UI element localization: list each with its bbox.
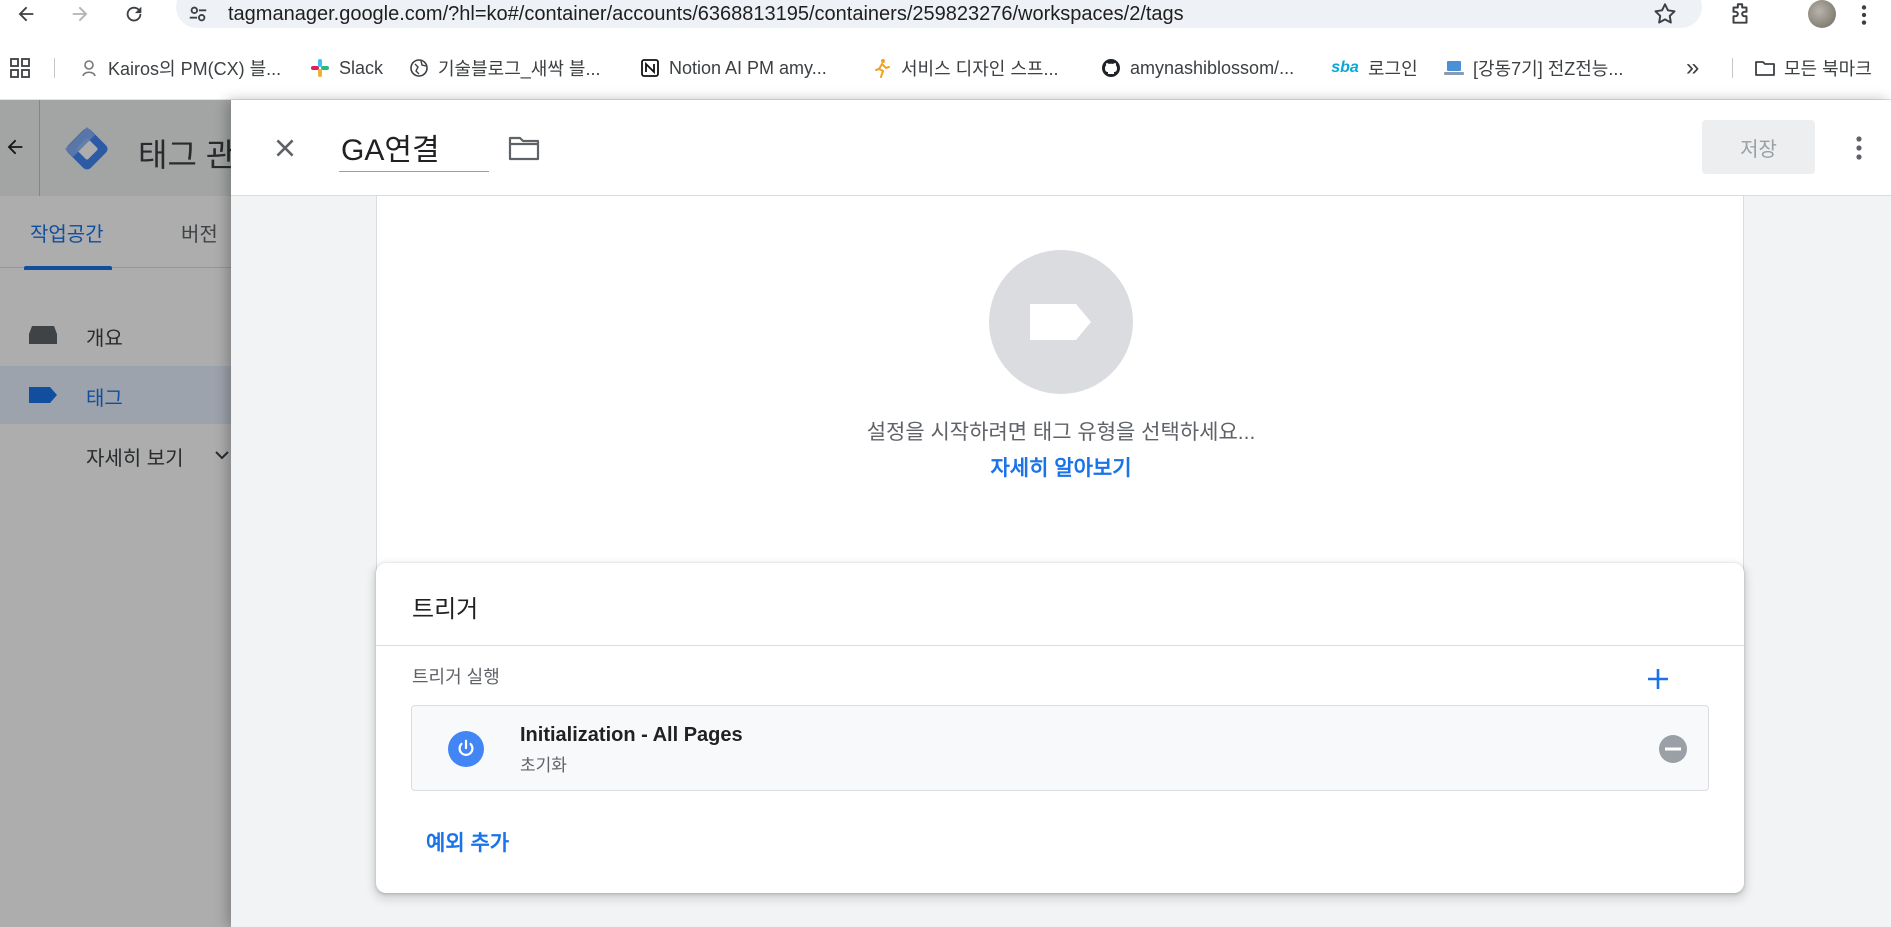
- close-button[interactable]: [267, 130, 303, 166]
- more-options-button[interactable]: [1847, 130, 1871, 166]
- learn-more-link[interactable]: 자세히 알아보기: [377, 452, 1745, 482]
- bookmarks-separator: [54, 58, 55, 78]
- power-icon: [448, 731, 484, 767]
- runner-favicon: [871, 57, 893, 79]
- card-divider: [376, 645, 1744, 646]
- notion-favicon: [639, 57, 661, 79]
- github-favicon: [1100, 57, 1122, 79]
- add-trigger-button[interactable]: [1640, 661, 1676, 697]
- reload-icon: [126, 6, 142, 22]
- remove-trigger-button[interactable]: [1658, 734, 1688, 764]
- firing-triggers-label: 트리거 실행: [412, 667, 500, 687]
- all-bookmarks-button[interactable]: 모든 북마크: [1754, 52, 1872, 84]
- bookmark-star-icon[interactable]: [1652, 1, 1678, 32]
- trigger-row[interactable]: Initialization - All Pages 초기화: [411, 705, 1709, 791]
- choose-type-text: 설정을 시작하려면 태그 유형을 선택하세요...: [866, 421, 1256, 444]
- remove-circle-icon: [1659, 735, 1687, 763]
- bookmark-item[interactable]: 기술블로그_새싹 블...: [408, 52, 601, 84]
- sheet-header: 저장: [231, 100, 1891, 196]
- extensions-icon[interactable]: [1727, 1, 1753, 32]
- save-button[interactable]: 저장: [1702, 120, 1815, 174]
- tag-icon: [1030, 304, 1091, 340]
- chrome-menu-icon[interactable]: [1856, 2, 1872, 33]
- triggering-title: 트리거: [412, 596, 479, 623]
- kairos-favicon: [78, 57, 100, 79]
- tag-name-input[interactable]: [339, 122, 489, 172]
- sba-favicon: sba: [1331, 59, 1359, 76]
- bookmark-item[interactable]: Slack: [309, 52, 383, 84]
- url-text[interactable]: tagmanager.google.com/?hl=ko#/container/…: [228, 2, 1184, 26]
- modal-scrim[interactable]: [0, 100, 231, 927]
- slack-favicon: [309, 57, 331, 79]
- bookmark-item[interactable]: [강동7기] 전Z전능...: [1443, 52, 1623, 84]
- apps-grid-icon[interactable]: [8, 56, 32, 85]
- trigger-type: 초기화: [520, 756, 567, 775]
- choose-tag-type-button[interactable]: [989, 250, 1133, 394]
- laptop-favicon: [1443, 57, 1465, 79]
- profile-avatar[interactable]: [1808, 0, 1836, 28]
- tag-editor-sheet: 저장 설정을 시작하려면 태그 유형을 선택하세요... 자세히 알아보기 트리…: [231, 100, 1891, 927]
- bookmarks-overflow-button[interactable]: »: [1686, 52, 1699, 84]
- arrow-back-icon: [18, 6, 34, 22]
- bookmarks-separator: [1732, 58, 1733, 78]
- arrow-forward-icon: [72, 6, 88, 22]
- trigger-name: Initialization - All Pages: [520, 724, 743, 746]
- bookmark-item[interactable]: sba 로그인: [1330, 52, 1417, 84]
- more-vert-icon: [1856, 136, 1862, 160]
- bookmark-item[interactable]: Notion AI PM amy...: [639, 52, 827, 84]
- globe-icon: [408, 57, 430, 79]
- folder-icon: [508, 136, 540, 161]
- bookmark-item[interactable]: amynashiblossom/...: [1100, 52, 1294, 84]
- add-exception-link[interactable]: 예외 추가: [426, 827, 509, 857]
- folder-icon: [1754, 57, 1776, 79]
- back-button[interactable]: [8, 0, 44, 28]
- bookmark-item[interactable]: Kairos의 PM(CX) 블...: [78, 52, 281, 84]
- site-info-icon[interactable]: [186, 2, 210, 26]
- reload-button[interactable]: [116, 0, 152, 28]
- folder-button[interactable]: [506, 130, 542, 166]
- forward-button[interactable]: [62, 0, 98, 28]
- close-icon: [276, 139, 294, 157]
- triggering-card: 트리거 트리거 실행 Initialization - All Pages 초기…: [376, 563, 1744, 893]
- bookmark-item[interactable]: 서비스 디자인 스프...: [871, 52, 1058, 84]
- browser-toolbar: tagmanager.google.com/?hl=ko#/container/…: [0, 0, 1891, 29]
- plus-icon: [1648, 669, 1668, 689]
